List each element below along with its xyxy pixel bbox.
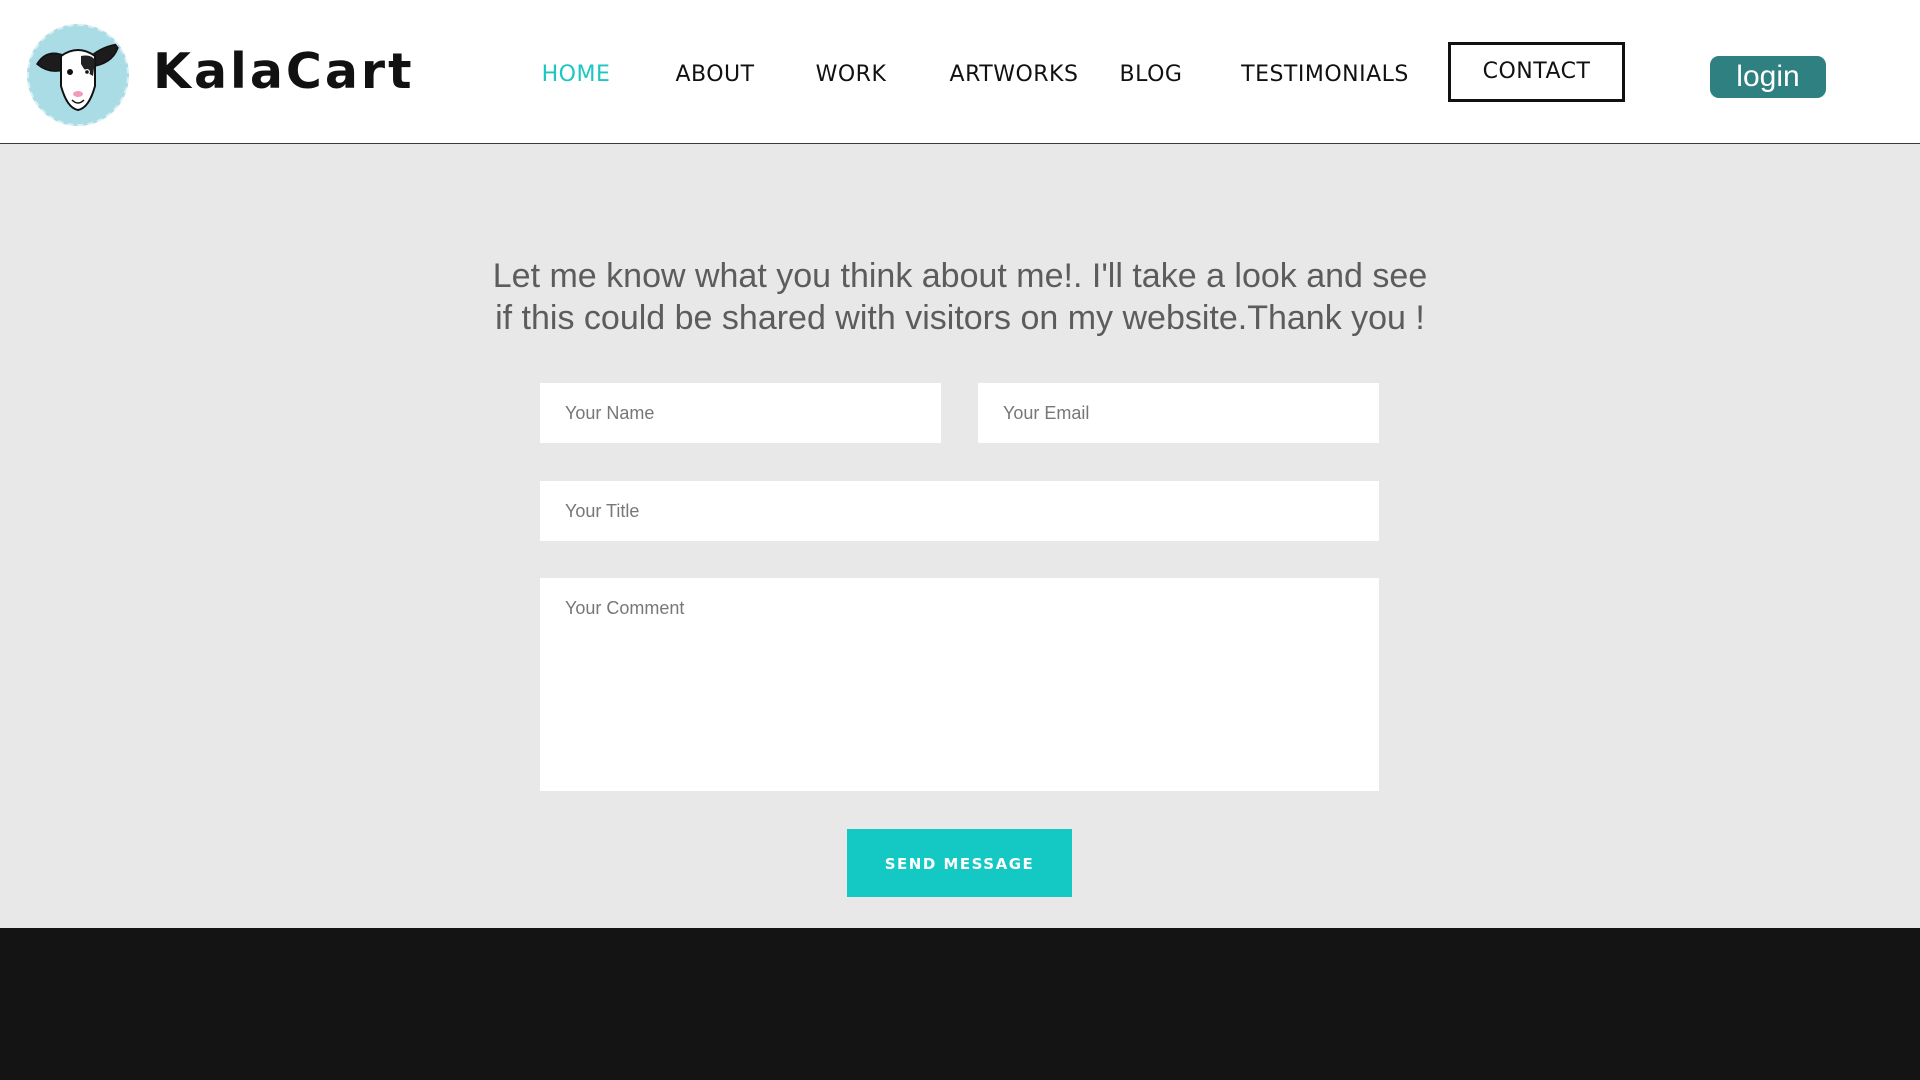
site-header: KalaCart HOME ABOUT WORK ARTWORKS BLOG T… xyxy=(0,0,1920,144)
send-message-button[interactable]: SEND MESSAGE xyxy=(847,829,1072,897)
intro-line-2: if this could be shared with visitors on… xyxy=(495,299,1425,337)
name-input[interactable] xyxy=(540,383,941,443)
intro-line-1: Let me know what you think about me!. I'… xyxy=(492,257,1428,295)
nav-item-blog[interactable]: BLOG xyxy=(1116,58,1186,92)
nav-item-artworks[interactable]: ARTWORKS xyxy=(944,58,1084,92)
site-footer xyxy=(0,928,1920,1080)
title-input[interactable] xyxy=(540,481,1379,541)
nav-item-testimonials[interactable]: TESTIMONIALS xyxy=(1230,58,1420,92)
nav-item-home[interactable]: HOME xyxy=(532,58,620,92)
nav-item-contact[interactable]: CONTACT xyxy=(1448,42,1625,102)
comment-textarea[interactable] xyxy=(540,578,1379,791)
goat-logo-icon[interactable] xyxy=(27,24,129,126)
brand-name[interactable]: KalaCart xyxy=(153,42,415,102)
nav-item-work[interactable]: WORK xyxy=(808,58,894,92)
nav-item-about[interactable]: ABOUT xyxy=(665,58,765,92)
contact-intro-text: Let me know what you think about me!. I'… xyxy=(420,255,1500,339)
email-input[interactable] xyxy=(978,383,1379,443)
login-button[interactable]: login xyxy=(1710,56,1826,98)
